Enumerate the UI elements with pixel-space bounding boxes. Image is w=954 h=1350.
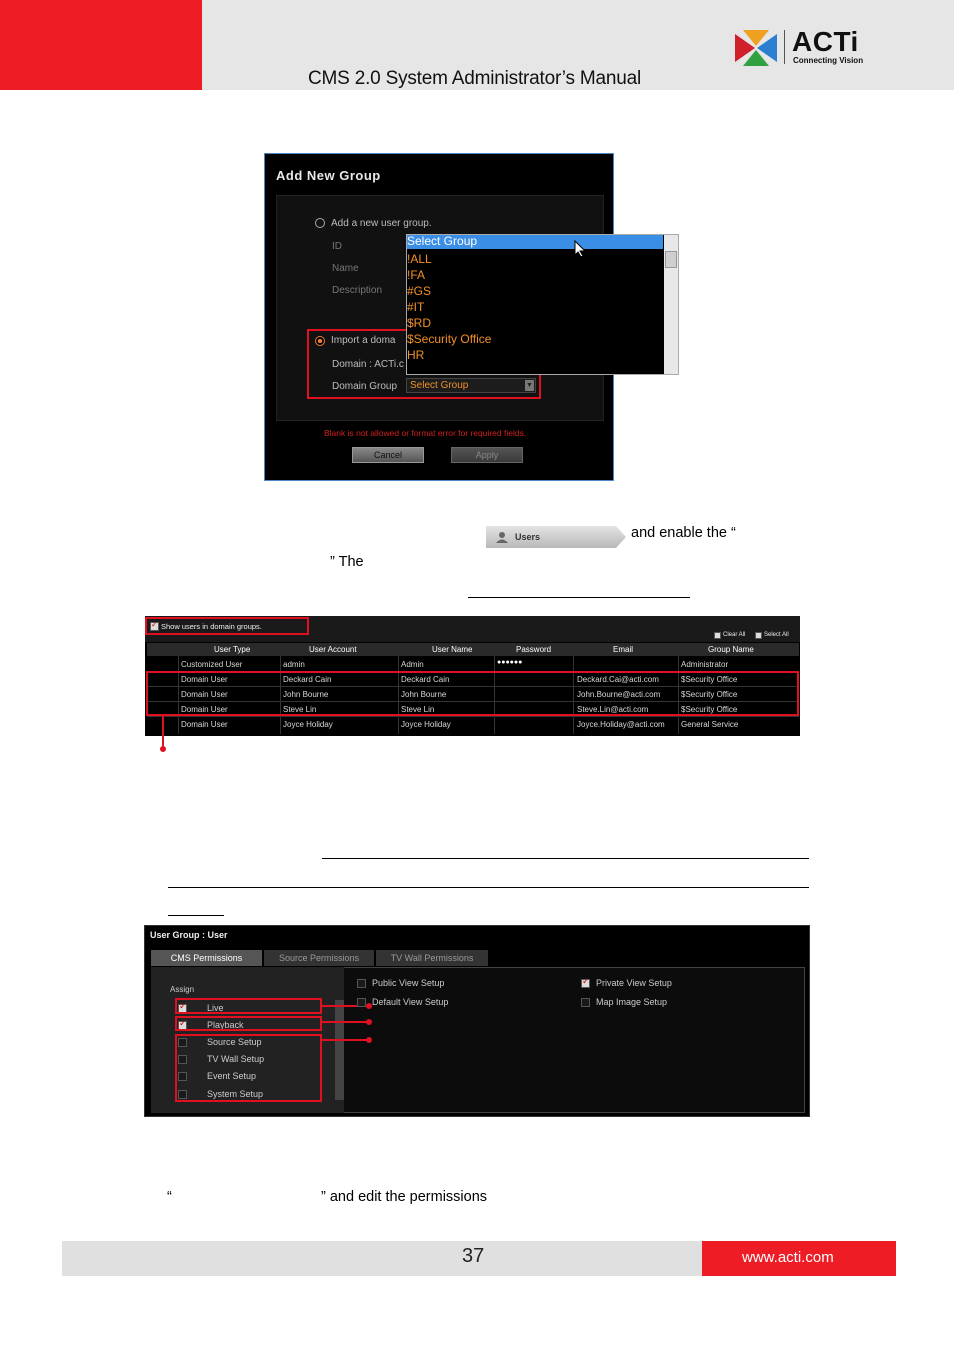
table-cell: Joyce.Holiday@acti.com <box>577 720 665 729</box>
dropdown-option[interactable]: !ALL <box>407 252 432 266</box>
scrollbar-thumb[interactable] <box>665 251 677 268</box>
callout-dot <box>160 746 166 752</box>
check-icon: ✓ <box>582 976 590 986</box>
tab-source-permissions[interactable]: Source Permissions <box>264 950 374 966</box>
table-cell: ●●●●●● <box>497 659 523 666</box>
tab-cms-permissions[interactable]: CMS Permissions <box>151 950 262 966</box>
select-all-checkbox[interactable] <box>755 632 762 639</box>
dropdown-option[interactable]: #GS <box>407 284 431 298</box>
callout-dot <box>366 1037 372 1043</box>
col-header-group-name[interactable]: Group Name <box>708 645 754 654</box>
col-header-user-account[interactable]: User Account <box>309 645 357 654</box>
col-header-user-name[interactable]: User Name <box>432 645 472 654</box>
table-cell: Domain User <box>181 720 228 729</box>
assign-label: Assign <box>170 985 195 994</box>
table-cell: Customized User <box>181 660 243 669</box>
default-view-checkbox[interactable] <box>357 998 366 1007</box>
dropdown-option[interactable]: #IT <box>407 300 424 314</box>
underline-rule <box>168 887 809 888</box>
tab-tv-wall-permissions[interactable]: TV Wall Permissions <box>376 950 488 966</box>
dropdown-option[interactable]: $Security Office <box>407 332 491 346</box>
callout-line <box>322 1021 369 1023</box>
table-cell: Admin <box>401 660 424 669</box>
radio-new-group[interactable] <box>315 218 325 228</box>
cursor-icon <box>574 240 586 258</box>
show-domain-highlight <box>145 617 309 635</box>
setup-highlight <box>175 1034 322 1102</box>
logo-divider <box>784 30 785 64</box>
underline-rule <box>322 858 809 859</box>
select-all-label: Select All <box>764 632 789 638</box>
dropdown-option[interactable]: Select Group <box>407 234 477 248</box>
dropdown-option[interactable]: $RD <box>407 316 431 330</box>
option-default-view: Default View Setup <box>372 997 449 1007</box>
callout-line <box>162 716 164 748</box>
table-cell: Joyce Holiday <box>283 720 333 729</box>
website-link[interactable]: www.acti.com <box>742 1249 834 1266</box>
users-button-label: Users <box>515 532 541 542</box>
assign-scrollbar[interactable] <box>335 1000 344 1100</box>
body-text-quote-open: “ <box>167 1189 172 1205</box>
option-private-view: Private View Setup <box>596 978 672 988</box>
option-public-view: Public View Setup <box>372 978 445 988</box>
permissions-title: User Group : User <box>150 930 228 940</box>
option-new-group-label: Add a new user group. <box>331 218 432 229</box>
domain-group-dropdown[interactable] <box>406 234 679 375</box>
cancel-button[interactable]: Cancel <box>352 447 424 463</box>
public-view-checkbox[interactable] <box>357 979 366 988</box>
table-cell: Joyce Holiday <box>401 720 451 729</box>
logo-name: ACTi <box>792 26 859 57</box>
col-header-password[interactable]: Password <box>516 645 551 654</box>
underline-rule <box>468 597 690 598</box>
table-cell: admin <box>283 660 305 669</box>
page-number: 37 <box>462 1245 485 1267</box>
body-text-line1: and enable the “ <box>631 525 736 541</box>
col-header-email[interactable]: Email <box>613 645 633 654</box>
body-text-line2: ” The <box>330 554 364 570</box>
callout-line <box>322 1039 369 1041</box>
row-divider <box>147 716 799 717</box>
playback-highlight <box>175 1016 322 1031</box>
field-name-label: Name <box>332 263 359 274</box>
user-icon <box>496 532 508 543</box>
logo-tagline: Connecting Vision <box>793 56 864 65</box>
clear-all-label: Clear All <box>723 632 746 638</box>
live-highlight <box>175 998 322 1014</box>
acti-logo-icon <box>735 30 777 66</box>
dropdown-option[interactable]: !FA <box>407 268 425 282</box>
header-red-block <box>0 0 202 90</box>
field-id-label: ID <box>332 241 342 252</box>
dropdown-option[interactable]: HR <box>407 348 424 362</box>
callout-dot <box>366 1019 372 1025</box>
table-cell: Administrator <box>681 660 729 669</box>
manual-title: CMS 2.0 System Administrator’s Manual <box>308 68 641 89</box>
body-text-line3: ” and edit the permissions <box>321 1189 488 1205</box>
table-cell: General Service <box>681 720 739 729</box>
option-map-image: Map Image Setup <box>596 997 668 1007</box>
underline-rule <box>168 915 224 916</box>
dialog-error: Blank is not allowed or format error for… <box>324 428 527 438</box>
clear-all-checkbox[interactable] <box>714 632 721 639</box>
map-image-checkbox[interactable] <box>581 998 590 1007</box>
apply-button[interactable]: Apply <box>451 447 523 463</box>
domain-users-highlight <box>146 671 799 716</box>
dialog-title: Add New Group <box>276 168 381 183</box>
col-header-user-type[interactable]: User Type <box>214 645 250 654</box>
field-description-label: Description <box>332 285 383 296</box>
